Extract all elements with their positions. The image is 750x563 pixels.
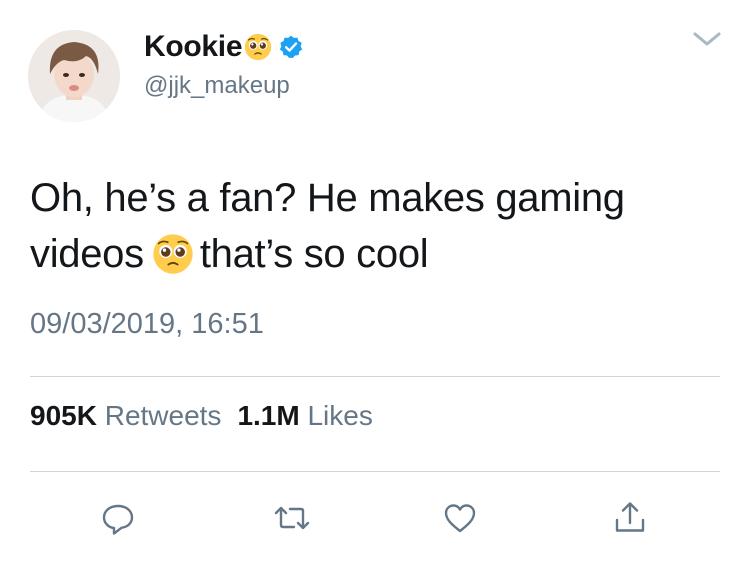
likes-label: Likes <box>307 400 373 431</box>
user-handle[interactable]: @jjk_makeup <box>144 72 290 100</box>
heart-icon[interactable] <box>440 498 480 538</box>
tweet-stats: 905K Retweets 1.1M Likes <box>30 400 373 432</box>
share-icon[interactable] <box>610 498 650 538</box>
reply-icon[interactable] <box>98 498 138 538</box>
profile-photo <box>28 30 120 122</box>
tweet-timestamp[interactable]: 09/03/2019, 16:51 <box>30 308 264 341</box>
pleading-face-emoji <box>153 234 193 274</box>
chevron-down-icon[interactable] <box>690 28 724 50</box>
likes-stat[interactable]: 1.1M Likes <box>237 400 372 431</box>
name-row: Kookie <box>144 30 304 64</box>
display-name[interactable]: Kookie <box>144 30 243 64</box>
tweet-text: Oh, he’s a fan? He makes gaming videos t… <box>30 170 730 282</box>
retweet-icon[interactable] <box>272 498 312 538</box>
divider <box>30 376 720 377</box>
pleading-face-emoji <box>245 33 272 61</box>
divider <box>30 471 720 472</box>
verified-badge-icon <box>280 35 303 59</box>
avatar[interactable] <box>28 30 120 122</box>
tweet-text-part2: that’s so cool <box>199 232 429 276</box>
retweets-label: Retweets <box>104 400 222 431</box>
retweets-count: 905K <box>30 400 97 431</box>
retweets-stat[interactable]: 905K Retweets <box>30 400 221 431</box>
likes-count: 1.1M <box>237 400 300 431</box>
